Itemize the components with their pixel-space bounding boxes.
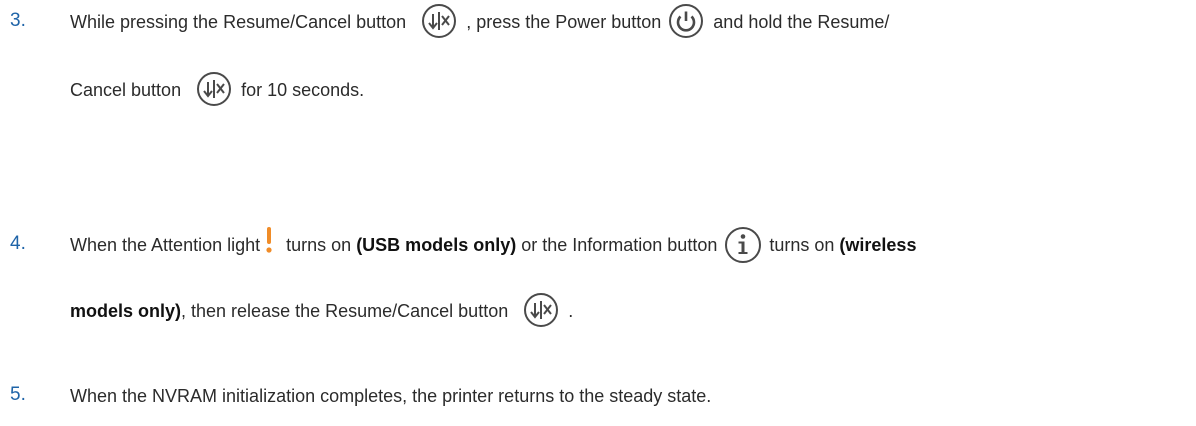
resume-cancel-icon	[420, 2, 460, 42]
step-text-line: While pressing the Resume/Cancel button …	[70, 0, 889, 44]
power-icon	[667, 2, 707, 42]
step-text: and hold the Resume/	[713, 11, 890, 32]
step-text: or the Information button	[521, 234, 718, 255]
step-text: , then release the Resume/Cancel button	[181, 300, 509, 321]
step-text-line: When the NVRAM initialization completes,…	[70, 374, 711, 418]
attention-icon	[264, 225, 282, 265]
step-text-line: When the Attention light turns on (USB m…	[70, 223, 916, 267]
step-number: 5.	[10, 384, 26, 405]
step-text: Cancel button	[70, 79, 182, 100]
resume-cancel-icon	[522, 291, 562, 331]
step-text-line: models only) , then release the Resume/C…	[70, 289, 573, 333]
step-number: 4.	[10, 233, 26, 254]
step-text: When the Attention light	[70, 234, 261, 255]
step-text: While pressing the Resume/Cancel button	[70, 11, 407, 32]
step-text: When the NVRAM initialization completes,…	[70, 385, 712, 406]
information-icon	[723, 225, 763, 265]
step-text: , press the Power button	[466, 11, 662, 32]
step-bold-text: models only)	[70, 300, 182, 321]
step-bold-text: (wireless	[839, 234, 917, 255]
step-text: .	[568, 300, 574, 321]
step-text: turns on	[769, 234, 835, 255]
step-text: for 10 seconds.	[241, 79, 365, 100]
step-bold-text: (USB models only)	[356, 234, 517, 255]
step-text-line: Cancel button for 10 seconds.	[70, 68, 364, 112]
resume-cancel-icon	[195, 70, 235, 110]
step-number: 3.	[10, 10, 26, 31]
step-text: turns on	[286, 234, 352, 255]
